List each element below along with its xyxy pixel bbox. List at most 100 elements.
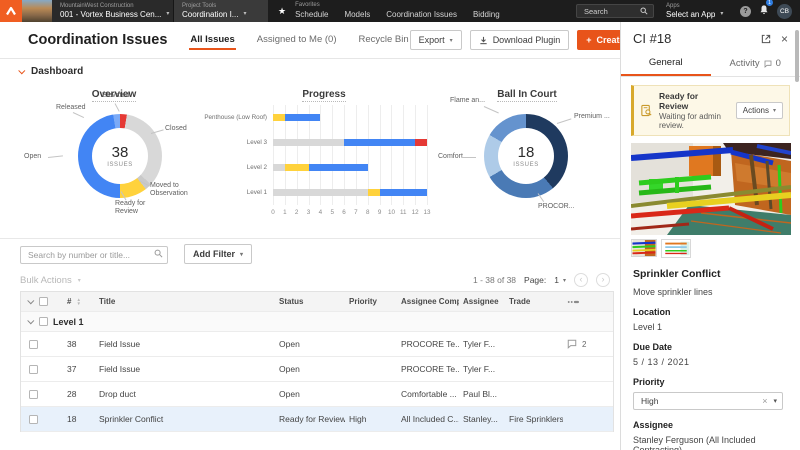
procore-logo[interactable] [0, 0, 22, 22]
prev-page-button[interactable]: ‹ [574, 273, 588, 287]
status-banner: Ready for Review Waiting for admin revie… [631, 85, 790, 136]
snapshot-thumbnail-1[interactable] [631, 239, 657, 257]
dashboard-charts: Overview 38 ISSUES Elevated Released Ope… [0, 81, 620, 239]
table-row-issue-28[interactable]: 28 Drop duct Open Comfortable ... Paul Bl... [21, 382, 613, 407]
issue-trade: Fire Sprinklers [509, 414, 563, 424]
column-settings-cell [563, 298, 613, 306]
bar-row[interactable] [273, 130, 427, 155]
bar-row[interactable] [273, 105, 427, 130]
search-input[interactable] [20, 246, 168, 264]
tool-selector[interactable]: Project Tools Coordination I... ▾ [174, 0, 268, 22]
issue-title: Drop duct [99, 389, 136, 399]
row-checkbox[interactable] [29, 389, 38, 399]
leader-line [114, 103, 120, 112]
location-value: Level 1 [633, 322, 663, 332]
tab-recycle-bin[interactable]: Recycle Bin [357, 30, 409, 50]
x-tick-label: 1 [283, 209, 287, 216]
main-content: Coordination Issues All Issues Assigned … [0, 22, 620, 450]
group-select-cell: Level 1 [21, 317, 613, 327]
notifications-button[interactable]: 1 [759, 0, 773, 20]
project-selector[interactable]: MountainWest Construction 001 - Vortex B… [52, 0, 174, 22]
due-date-input[interactable]: 5 / 13 / 2021 [633, 357, 788, 367]
clear-icon[interactable]: × [762, 396, 767, 406]
add-filter-button[interactable]: Add Filter ▾ [184, 244, 253, 264]
leader-line [483, 106, 499, 114]
column-header-assignee[interactable]: Assignee [459, 297, 505, 306]
tab-assigned-to-me[interactable]: Assigned to Me (0) [256, 30, 338, 50]
sort-icon[interactable]: ▲ ▼ [76, 297, 80, 306]
column-header-trade[interactable]: Trade [505, 297, 563, 306]
bar-category-label: Level 2 [246, 164, 267, 171]
project-photo[interactable] [22, 0, 52, 22]
table-row-issue-18[interactable]: 18 Sprinkler Conflict Ready for Review High… [21, 407, 613, 432]
bar-row[interactable] [273, 180, 427, 205]
x-tick-label: 2 [294, 209, 299, 216]
nav-coordination-issues[interactable]: Coordination Issues [386, 10, 457, 19]
tab-general[interactable]: General [621, 52, 711, 76]
row-checkbox[interactable] [29, 364, 38, 374]
priority-select[interactable]: High × ▾ [633, 392, 783, 410]
banner-subtitle: Waiting for admin review. [659, 112, 721, 130]
tab-all-issues[interactable]: All Issues [189, 30, 236, 50]
nav-bidding[interactable]: Bidding [473, 10, 500, 19]
group-label: Level 1 [53, 316, 84, 327]
avatar[interactable]: CB [777, 3, 792, 19]
notification-badge: 1 [766, 0, 773, 6]
global-search-input[interactable]: Search [576, 4, 654, 18]
column-settings-icon[interactable] [567, 298, 579, 306]
scrollbar-thumb[interactable] [795, 30, 799, 82]
assignee-name: Tyler F... [463, 364, 496, 374]
bar-category-label: Penthouse (Low Roof) [204, 114, 267, 121]
bulk-actions-button[interactable]: Bulk Actions ▾ [20, 275, 81, 286]
apps-selector[interactable]: Apps Select an App ▾ [662, 0, 734, 22]
snapshot-thumbnail-2[interactable] [661, 239, 691, 258]
bim-snapshot[interactable] [630, 143, 792, 235]
close-icon[interactable]: × [781, 33, 788, 45]
bar-segment-open [379, 189, 427, 196]
bar-row[interactable] [273, 155, 427, 180]
collapse-group-chevron-icon[interactable] [27, 317, 35, 325]
favorite-star-icon[interactable]: ★ [268, 0, 295, 22]
issue-title: Sprinkler Conflict [99, 414, 164, 424]
review-document-icon [641, 104, 652, 117]
expand-all-chevron-icon[interactable] [27, 297, 35, 305]
page-select[interactable]: 1 ▾ [554, 275, 566, 285]
table-row-issue-38[interactable]: 38 Field Issue Open PROCORE Te... Tyler F...… [21, 332, 613, 357]
chevron-down-icon: ▾ [772, 108, 776, 114]
ball-in-court-donut[interactable]: 18 ISSUES [484, 114, 568, 198]
assignee-company: Comfortable ... [401, 389, 457, 399]
select-all-checkbox[interactable] [39, 297, 48, 306]
help-icon[interactable]: ? [740, 5, 751, 17]
actions-button[interactable]: Actions ▾ [735, 102, 783, 119]
row-checkbox[interactable] [29, 414, 38, 424]
x-tick-label: 0 [271, 209, 275, 216]
group-row-level-1[interactable]: Level 1 [21, 312, 613, 332]
column-header-company[interactable]: Assignee Company [397, 297, 459, 306]
chevron-down-icon[interactable]: ▾ [773, 397, 777, 405]
apps-label: Apps [666, 3, 680, 9]
group-checkbox[interactable] [39, 317, 48, 326]
nav-models[interactable]: Models [344, 10, 370, 19]
panel-scrollbar[interactable] [795, 26, 799, 446]
bar-category-label: Level 1 [246, 189, 267, 196]
next-page-button[interactable]: › [596, 273, 610, 287]
issue-priority: High [349, 414, 367, 424]
row-checkbox[interactable] [29, 339, 38, 349]
dashboard-toggle[interactable]: Dashboard [0, 61, 620, 81]
x-tick-label: 11 [400, 209, 407, 216]
column-header-title[interactable]: Title [95, 297, 275, 306]
create-issue-button[interactable]: + Create Issue [577, 30, 620, 50]
table-row-issue-37[interactable]: 37 Field Issue Open PROCORE Te... Tyler F... [21, 357, 613, 382]
bar-segment-open [308, 164, 368, 171]
tab-activity[interactable]: Activity 0 [711, 52, 800, 76]
column-header-status[interactable]: Status [275, 297, 345, 306]
row-select-cell [21, 339, 63, 349]
issue-fields: Sprinkler Conflict Move sprinkler lines … [621, 258, 800, 450]
column-header-priority[interactable]: Priority [345, 297, 397, 306]
export-button[interactable]: Export ▾ [409, 30, 462, 50]
download-plugin-button[interactable]: Download Plugin [469, 30, 570, 50]
nav-schedule[interactable]: Schedule [295, 10, 328, 19]
open-in-new-icon[interactable] [761, 34, 771, 44]
issue-number: 18 [67, 414, 77, 424]
column-header-num[interactable]: # ▲ ▼ [63, 297, 95, 306]
